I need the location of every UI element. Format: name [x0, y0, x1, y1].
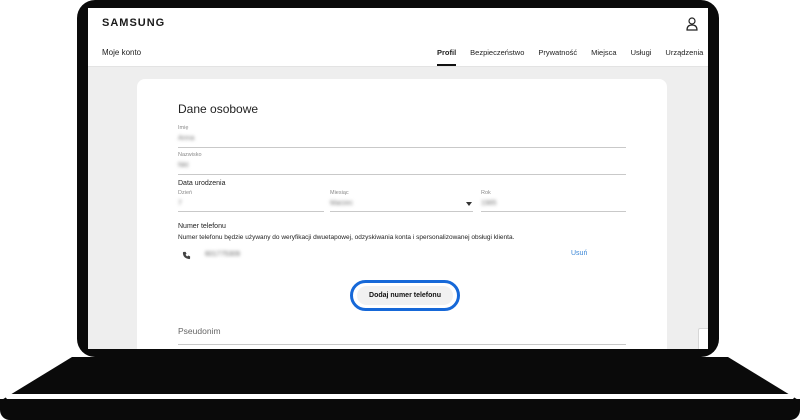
samsung-logo[interactable]: SAMSUNG	[102, 17, 165, 29]
day-label: Dzień	[178, 190, 193, 196]
last-name-label: Nazwisko	[178, 152, 202, 158]
birth-date-label: Data urodzenia	[178, 180, 226, 187]
page-header: SAMSUNG Moje konto Profil Bezpieczeństwo…	[88, 8, 708, 67]
first-name-value: Anna	[178, 135, 195, 142]
year-label: Rok	[481, 190, 491, 196]
card-title: Dane osobowe	[178, 102, 259, 116]
account-title: Moje konto	[102, 48, 142, 57]
first-name-label: Imię	[178, 125, 189, 131]
last-name-field[interactable]: Nazwisko Nkt	[178, 152, 626, 175]
tab-miejsca[interactable]: Miejsca	[591, 48, 616, 66]
year-value: 1985	[481, 200, 497, 207]
phone-icon	[182, 251, 191, 260]
month-label: Miesiąc	[330, 190, 349, 196]
remove-phone-link[interactable]: Usuń	[571, 250, 587, 257]
day-value: 7	[178, 200, 182, 207]
month-select[interactable]: Miesiąc Marzec	[330, 190, 473, 212]
laptop-base-bottom	[0, 399, 800, 420]
add-phone-button-label: Dodaj numer telefonu	[357, 286, 453, 305]
tab-prywatnosc[interactable]: Prywatność	[538, 48, 577, 66]
month-value: Marzec	[330, 200, 353, 207]
tab-uslugi[interactable]: Usługi	[631, 48, 652, 66]
account-nav: Profil Bezpieczeństwo Prywatność Miejsca…	[437, 48, 708, 66]
last-name-value: Nkt	[178, 162, 189, 169]
phone-label: Numer telefonu	[178, 223, 226, 230]
day-field[interactable]: Dzień 7	[178, 190, 324, 212]
chevron-down-icon	[466, 202, 472, 206]
add-phone-button[interactable]: Dodaj numer telefonu	[350, 280, 460, 311]
year-field[interactable]: Rok 1985	[481, 190, 626, 212]
tab-profil[interactable]: Profil	[437, 48, 457, 66]
personal-data-card: Dane osobowe Imię Anna Nazwisko Nkt Data…	[137, 79, 667, 349]
phone-number: 601775309	[205, 251, 241, 258]
side-feedback-tab[interactable]	[698, 328, 708, 349]
first-name-field[interactable]: Imię Anna	[178, 125, 626, 148]
laptop-screen: SAMSUNG Moje konto Profil Bezpieczeństwo…	[88, 8, 708, 349]
nickname-field[interactable]: Pseudonim	[178, 324, 626, 345]
tab-bezpieczenstwo[interactable]: Bezpieczeństwo	[470, 48, 524, 66]
phone-description: Numer telefonu będzie używany do weryfik…	[178, 234, 515, 241]
tab-urzadzenia[interactable]: Urządzenia	[665, 48, 703, 66]
nickname-label: Pseudonim	[178, 326, 221, 336]
user-icon[interactable]	[686, 17, 698, 31]
